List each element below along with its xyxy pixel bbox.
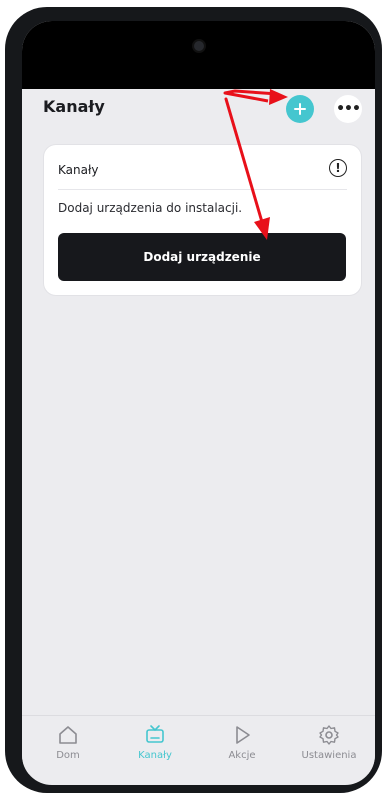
settings-gear-icon (319, 725, 339, 745)
card-title: Kanały (58, 163, 99, 177)
info-icon[interactable]: ! (329, 159, 347, 177)
tab-label: Ustawienia (301, 750, 357, 761)
add-button[interactable] (286, 95, 314, 123)
tab-ustawienia[interactable]: Ustawienia (285, 724, 373, 772)
tab-akcje[interactable]: Akcje (198, 724, 286, 772)
play-icon (236, 726, 250, 744)
more-options-button[interactable]: ••• (334, 95, 362, 123)
phone-frame: Kanały ••• Kanały ! Dodaj urządzenia do … (5, 7, 382, 793)
home-icon (59, 726, 77, 744)
tab-kanaly[interactable]: Kanały (111, 724, 199, 772)
empty-state-message: Dodaj urządzenia do instalacji. (58, 201, 243, 215)
tab-dom[interactable]: Dom (24, 724, 112, 772)
card-divider (58, 189, 347, 190)
add-device-button[interactable]: Dodaj urządzenie (58, 233, 346, 281)
more-dots-icon: ••• (336, 101, 361, 117)
channels-card: Kanały ! Dodaj urządzenia do instalacji.… (44, 145, 361, 295)
tab-label: Akcje (228, 750, 256, 761)
front-camera (194, 41, 204, 51)
tab-label: Dom (56, 750, 80, 761)
tv-icon (146, 725, 164, 743)
bottom-tab-bar: Dom Kanały Akcje Ustawienia (22, 715, 375, 774)
status-bar (22, 21, 375, 89)
app-screen: Kanały ••• Kanały ! Dodaj urządzenia do … (22, 21, 375, 785)
page-title: Kanały (43, 97, 105, 116)
tab-label: Kanały (138, 750, 172, 761)
plus-icon (294, 103, 306, 115)
